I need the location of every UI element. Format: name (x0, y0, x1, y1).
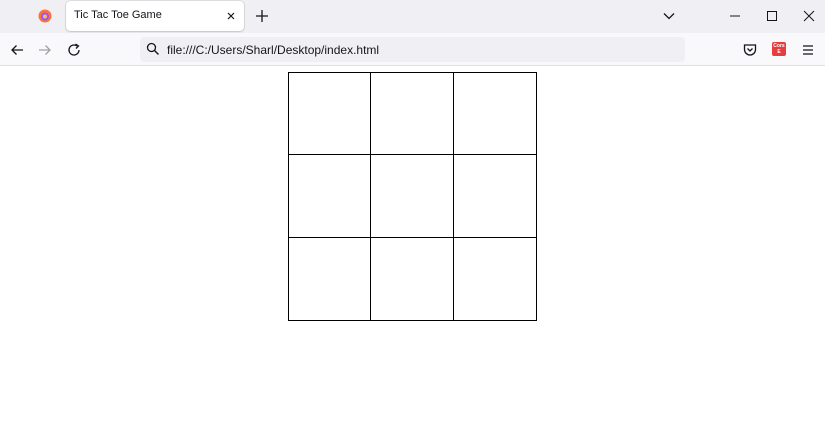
board-cell-6[interactable] (453, 155, 536, 238)
new-tab-icon[interactable] (254, 8, 270, 24)
board-cell-4[interactable] (289, 155, 372, 238)
cors-extension-icon[interactable]: Cors E (772, 42, 786, 56)
tab-active[interactable]: Tic Tac Toe Game (66, 1, 244, 31)
reload-icon[interactable] (66, 42, 82, 58)
close-tab-icon[interactable] (225, 10, 237, 22)
search-icon (146, 42, 160, 56)
tic-tac-toe-board (288, 72, 537, 321)
board-cell-5[interactable] (371, 155, 454, 238)
forward-arrow-icon[interactable] (37, 42, 53, 58)
board-cell-8[interactable] (371, 237, 454, 320)
minimize-icon[interactable] (728, 9, 742, 23)
maximize-icon[interactable] (765, 9, 779, 23)
tab-bar: Tic Tac Toe Game (0, 0, 825, 33)
board-cell-9[interactable] (454, 238, 536, 320)
window-close-icon[interactable] (802, 9, 816, 23)
board-cell-1[interactable] (289, 73, 372, 156)
navigation-toolbar: file:///C:/Users/Sharl/Desktop/index.htm… (0, 33, 825, 66)
tab-title: Tic Tac Toe Game (74, 9, 162, 21)
board-cell-7[interactable] (289, 237, 372, 320)
board-cell-3[interactable] (453, 73, 536, 156)
url-text[interactable]: file:///C:/Users/Sharl/Desktop/index.htm… (167, 43, 379, 57)
hamburger-menu-icon[interactable] (800, 42, 816, 58)
board-cell-2[interactable] (371, 73, 454, 156)
list-all-tabs-icon[interactable] (662, 9, 676, 23)
address-bar[interactable]: file:///C:/Users/Sharl/Desktop/index.htm… (140, 37, 685, 62)
back-arrow-icon[interactable] (9, 42, 25, 58)
pocket-icon[interactable] (742, 42, 758, 58)
firefox-logo-icon[interactable] (38, 9, 52, 23)
